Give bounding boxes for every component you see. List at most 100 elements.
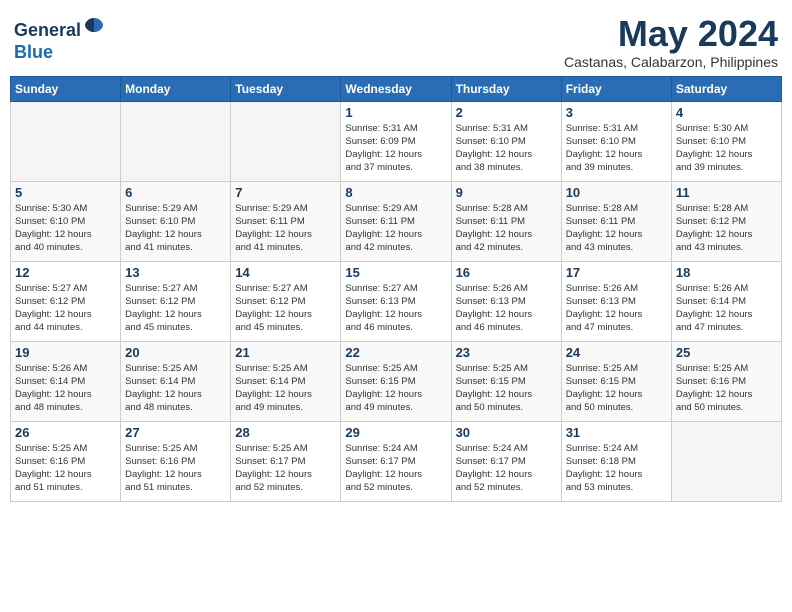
cell-info: Sunrise: 5:25 AM Sunset: 6:15 PM Dayligh… (345, 362, 446, 415)
cell-info: Sunrise: 5:25 AM Sunset: 6:14 PM Dayligh… (125, 362, 226, 415)
calendar-cell: 5Sunrise: 5:30 AM Sunset: 6:10 PM Daylig… (11, 181, 121, 261)
calendar-cell: 29 Sunrise: 5:24 AM Sunset: 6:17 PM Dayli… (341, 421, 451, 501)
logo-icon (83, 14, 105, 36)
day-header-wednesday: Wednesday (341, 76, 451, 101)
week-row-5: 26Sunrise: 5:25 AM Sunset: 6:16 PM Dayli… (11, 421, 782, 501)
cell-info: Sunrise: 5:27 AM Sunset: 6:12 PM Dayligh… (235, 282, 336, 335)
cell-info: Sunrise: 5:28 AM Sunset: 6:11 PM Dayligh… (456, 202, 557, 255)
cell-info: Sunrise: 5:27 AM Sunset: 6:12 PM Dayligh… (15, 282, 116, 335)
cell-info: Sunrise: 5:25 AM Sunset: 6:15 PM Dayligh… (456, 362, 557, 415)
calendar-cell (121, 101, 231, 181)
month-year-title: May 2024 (564, 14, 778, 54)
calendar-table: SundayMondayTuesdayWednesdayThursdayFrid… (10, 76, 782, 502)
calendar-cell: 20Sunrise: 5:25 AM Sunset: 6:14 PM Dayli… (121, 341, 231, 421)
cell-info: Sunrise: 5:30 AM Sunset: 6:10 PM Dayligh… (15, 202, 116, 255)
calendar-cell: 19 Sunrise: 5:26 AM Sunset: 6:14 PM Dayli… (11, 341, 121, 421)
cell-info: Sunrise: 5:29 AM Sunset: 6:11 PM Dayligh… (235, 202, 336, 255)
calendar-cell: 3Sunrise: 5:31 AM Sunset: 6:10 PM Daylig… (561, 101, 671, 181)
location-subtitle: Castanas, Calabarzon, Philippines (564, 54, 778, 70)
logo: General Blue (14, 14, 105, 63)
calendar-cell: 25 Sunrise: 5:25 AM Sunset: 6:16 PM Dayli… (671, 341, 781, 421)
calendar-cell: 12 Sunrise: 5:27 AM Sunset: 6:12 PM Dayli… (11, 261, 121, 341)
cell-info: Sunrise: 5:31 AM Sunset: 6:10 PM Dayligh… (566, 122, 667, 175)
title-area: May 2024 Castanas, Calabarzon, Philippin… (564, 14, 778, 70)
day-number: 8 (345, 185, 446, 200)
day-number: 30 (456, 425, 557, 440)
calendar-cell: 22 Sunrise: 5:25 AM Sunset: 6:15 PM Dayli… (341, 341, 451, 421)
calendar-cell: 15 Sunrise: 5:27 AM Sunset: 6:13 PM Dayli… (341, 261, 451, 341)
page-header: General Blue May 2024 Castanas, Calabarz… (10, 10, 782, 70)
day-number: 9 (456, 185, 557, 200)
day-header-tuesday: Tuesday (231, 76, 341, 101)
day-number: 14 (235, 265, 336, 280)
calendar-cell: 28Sunrise: 5:25 AM Sunset: 6:17 PM Dayli… (231, 421, 341, 501)
cell-info: Sunrise: 5:29 AM Sunset: 6:11 PM Dayligh… (345, 202, 446, 255)
day-number: 23 (456, 345, 557, 360)
week-row-4: 19 Sunrise: 5:26 AM Sunset: 6:14 PM Dayli… (11, 341, 782, 421)
cell-info: Sunrise: 5:25 AM Sunset: 6:16 PM Dayligh… (676, 362, 777, 415)
calendar-cell: 9 Sunrise: 5:28 AM Sunset: 6:11 PM Daylig… (451, 181, 561, 261)
calendar-cell: 11 Sunrise: 5:28 AM Sunset: 6:12 PM Dayli… (671, 181, 781, 261)
cell-info: Sunrise: 5:25 AM Sunset: 6:15 PM Dayligh… (566, 362, 667, 415)
day-number: 7 (235, 185, 336, 200)
calendar-cell: 23 Sunrise: 5:25 AM Sunset: 6:15 PM Dayli… (451, 341, 561, 421)
calendar-cell: 7 Sunrise: 5:29 AM Sunset: 6:11 PM Daylig… (231, 181, 341, 261)
calendar-cell: 31Sunrise: 5:24 AM Sunset: 6:18 PM Dayli… (561, 421, 671, 501)
calendar-cell: 4Sunrise: 5:30 AM Sunset: 6:10 PM Daylig… (671, 101, 781, 181)
calendar-cell: 1Sunrise: 5:31 AM Sunset: 6:09 PM Daylig… (341, 101, 451, 181)
calendar-cell: 8 Sunrise: 5:29 AM Sunset: 6:11 PM Daylig… (341, 181, 451, 261)
day-number: 25 (676, 345, 777, 360)
day-header-thursday: Thursday (451, 76, 561, 101)
logo-text: General (14, 14, 105, 42)
week-row-1: 1Sunrise: 5:31 AM Sunset: 6:09 PM Daylig… (11, 101, 782, 181)
day-number: 10 (566, 185, 667, 200)
cell-info: Sunrise: 5:24 AM Sunset: 6:17 PM Dayligh… (345, 442, 446, 495)
cell-info: Sunrise: 5:31 AM Sunset: 6:10 PM Dayligh… (456, 122, 557, 175)
day-number: 18 (676, 265, 777, 280)
day-number: 13 (125, 265, 226, 280)
calendar-cell: 14 Sunrise: 5:27 AM Sunset: 6:12 PM Dayli… (231, 261, 341, 341)
cell-info: Sunrise: 5:25 AM Sunset: 6:16 PM Dayligh… (125, 442, 226, 495)
calendar-cell: 18Sunrise: 5:26 AM Sunset: 6:14 PM Dayli… (671, 261, 781, 341)
day-header-sunday: Sunday (11, 76, 121, 101)
day-header-monday: Monday (121, 76, 231, 101)
calendar-cell: 6 Sunrise: 5:29 AM Sunset: 6:10 PM Daylig… (121, 181, 231, 261)
cell-info: Sunrise: 5:28 AM Sunset: 6:12 PM Dayligh… (676, 202, 777, 255)
day-header-saturday: Saturday (671, 76, 781, 101)
day-number: 24 (566, 345, 667, 360)
calendar-cell: 26Sunrise: 5:25 AM Sunset: 6:16 PM Dayli… (11, 421, 121, 501)
day-number: 19 (15, 345, 116, 360)
calendar-cell: 21 Sunrise: 5:25 AM Sunset: 6:14 PM Dayli… (231, 341, 341, 421)
calendar-header-row: SundayMondayTuesdayWednesdayThursdayFrid… (11, 76, 782, 101)
day-header-friday: Friday (561, 76, 671, 101)
cell-info: Sunrise: 5:27 AM Sunset: 6:12 PM Dayligh… (125, 282, 226, 335)
day-number: 28 (235, 425, 336, 440)
day-number: 11 (676, 185, 777, 200)
calendar-cell (11, 101, 121, 181)
calendar-cell: 30 Sunrise: 5:24 AM Sunset: 6:17 PM Dayli… (451, 421, 561, 501)
logo-blue-text: Blue (14, 42, 105, 64)
day-number: 6 (125, 185, 226, 200)
day-number: 15 (345, 265, 446, 280)
week-row-2: 5Sunrise: 5:30 AM Sunset: 6:10 PM Daylig… (11, 181, 782, 261)
day-number: 17 (566, 265, 667, 280)
cell-info: Sunrise: 5:26 AM Sunset: 6:14 PM Dayligh… (15, 362, 116, 415)
day-number: 21 (235, 345, 336, 360)
cell-info: Sunrise: 5:24 AM Sunset: 6:18 PM Dayligh… (566, 442, 667, 495)
day-number: 29 (345, 425, 446, 440)
day-number: 12 (15, 265, 116, 280)
cell-info: Sunrise: 5:25 AM Sunset: 6:14 PM Dayligh… (235, 362, 336, 415)
calendar-cell: 13 Sunrise: 5:27 AM Sunset: 6:12 PM Dayli… (121, 261, 231, 341)
calendar-cell: 17Sunrise: 5:26 AM Sunset: 6:13 PM Dayli… (561, 261, 671, 341)
calendar-cell (231, 101, 341, 181)
cell-info: Sunrise: 5:29 AM Sunset: 6:10 PM Dayligh… (125, 202, 226, 255)
calendar-cell: 10 Sunrise: 5:28 AM Sunset: 6:11 PM Dayli… (561, 181, 671, 261)
cell-info: Sunrise: 5:28 AM Sunset: 6:11 PM Dayligh… (566, 202, 667, 255)
day-number: 4 (676, 105, 777, 120)
day-number: 22 (345, 345, 446, 360)
cell-info: Sunrise: 5:27 AM Sunset: 6:13 PM Dayligh… (345, 282, 446, 335)
cell-info: Sunrise: 5:24 AM Sunset: 6:17 PM Dayligh… (456, 442, 557, 495)
calendar-cell: 2Sunrise: 5:31 AM Sunset: 6:10 PM Daylig… (451, 101, 561, 181)
week-row-3: 12 Sunrise: 5:27 AM Sunset: 6:12 PM Dayli… (11, 261, 782, 341)
day-number: 16 (456, 265, 557, 280)
